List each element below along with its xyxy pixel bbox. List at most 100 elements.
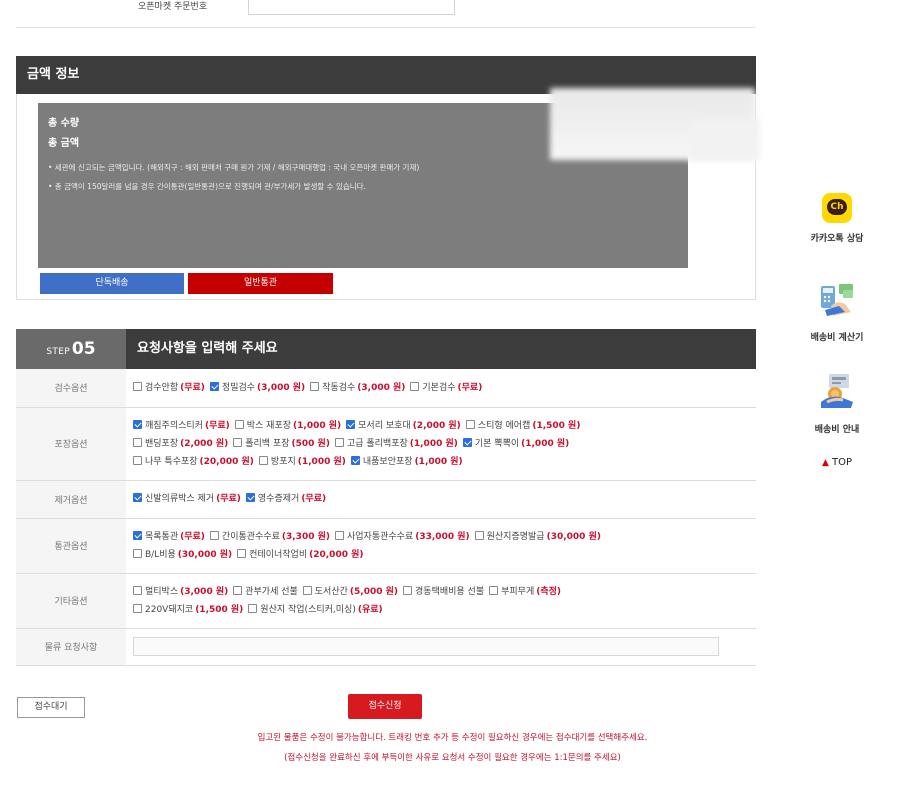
option-checkbox[interactable]: 220V돼지코 (1,500 원) [133,601,243,619]
option-name: 컨테이너작업비 [249,549,308,560]
option-checkbox[interactable]: 목록통관 (무료) [133,528,205,546]
option-line: 검수안함 (무료) 정밀검수 (3,000 원) 작동검수 (3,000 원) 기본검수 (무… [133,379,756,397]
option-price: (1,500 원) [195,604,244,615]
pending-button[interactable]: 접수대기 [17,697,85,718]
order-number-input[interactable] [248,0,455,15]
checkbox-unchecked-icon[interactable] [258,455,268,465]
scroll-top-button[interactable]: ▲ TOP [797,457,877,468]
option-checkbox[interactable]: 사업자통관수수료 (33,000 원) [335,528,470,546]
checkbox-unchecked-icon[interactable] [489,585,499,595]
checkbox-checked-icon[interactable] [209,381,219,391]
step-header: STEP 05 요청사항을 입력해 주세요 [16,329,756,369]
checkbox-unchecked-icon[interactable] [233,585,243,595]
option-checkbox[interactable]: 깨짐주의스티커 (무료) [133,417,230,435]
checkbox-unchecked-icon[interactable] [310,381,320,391]
option-checkbox[interactable]: B/L비용 (30,000 원) [133,546,232,564]
option-checkbox[interactable]: 영수증제거 (무료) [245,490,327,508]
option-checkbox[interactable]: 정밀검수 (3,000 원) [209,379,306,397]
remove-row: 제거옵션 신발의류박스 제거 (무료) 영수증제거 (무료) [16,480,756,519]
checkbox-unchecked-icon[interactable] [133,603,142,613]
option-checkbox[interactable]: 나무 특수포장 (20,000 원) [133,453,254,471]
option-checkbox[interactable]: 멀티박스 (3,000 원) [133,583,228,601]
option-checkbox[interactable]: 작동검수 (3,000 원) [310,379,405,397]
option-price: (무료) [180,531,205,542]
option-checkbox[interactable]: 컨테이너작업비 (20,000 원) [237,546,364,564]
checkbox-checked-icon[interactable] [245,493,255,502]
option-name: 검수안함 [145,382,179,393]
checkbox-unchecked-icon[interactable] [302,585,312,595]
checkbox-checked-icon[interactable] [133,493,142,502]
checkbox-unchecked-icon[interactable] [234,419,244,429]
checkbox-unchecked-icon[interactable] [465,419,475,429]
option-checkbox[interactable]: 경동택배비용 선불 [403,583,484,601]
shipping-calculator-link[interactable]: 배송비 계산기 [797,278,877,343]
option-checkbox[interactable]: 스티형 에어캡 (1,500 원) [465,417,581,435]
option-checkbox[interactable]: 기본검수 (무료) [410,379,482,397]
option-checkbox[interactable]: 내품보안포장 (1,000 원) [350,453,463,471]
option-checkbox[interactable]: 원산지증명발급 (30,000 원) [474,528,601,546]
option-price: (무료) [301,494,327,504]
checkbox-checked-icon[interactable] [350,455,360,465]
option-name: 기본검수 [422,382,456,393]
checkbox-unchecked-icon[interactable] [334,437,344,447]
option-checkbox[interactable]: 방포지 (1,000 원) [258,453,346,471]
checkbox-unchecked-icon[interactable] [403,585,413,595]
shipping-guide-link[interactable]: 배송비 안내 [797,372,877,435]
option-price: (33,000 원) [415,531,470,542]
option-checkbox[interactable]: 박스 재포장 (1,000 원) [234,417,342,435]
amount-note-1: • 세관에 신고되는 금액입니다. (해외직구 : 해외 판매처 구매 원가 기… [48,163,420,172]
checkbox-checked-icon[interactable] [462,437,472,447]
option-checkbox[interactable]: 도서산간 (5,000 원) [302,583,398,601]
checkbox-unchecked-icon[interactable] [233,437,243,447]
option-price: (3,000 원) [180,586,229,597]
option-checkbox[interactable]: 관부가세 선불 [233,583,298,601]
checkbox-unchecked-icon[interactable] [209,530,219,540]
logistics-request-input[interactable] [133,637,719,656]
option-name: 원산지 작업(스티커,미싱) [260,604,356,615]
option-checkbox[interactable]: 검수안함 (무료) [133,379,205,397]
option-checkbox[interactable]: 신발의류박스 제거 (무료) [133,490,241,508]
checkbox-checked-icon[interactable] [133,419,142,429]
option-checkbox[interactable]: 기본 뽁뽁이 (1,000 원) [462,435,569,453]
top-label: TOP [832,457,853,468]
option-checkbox[interactable]: 원산지 작업(스티커,미싱) (유료) [248,601,383,619]
option-line: B/L비용 (30,000 원) 컨테이너작업비 (20,000 원) [133,546,756,564]
packing-row: 포장옵션 깨짐주의스티커 (무료) 박스 재포장 (1,000 원) 모서리 보호대 (2… [16,407,756,481]
option-checkbox[interactable]: 모서리 보호대 (2,000 원) [346,417,461,435]
submit-request-button[interactable]: 접수신청 [348,694,422,719]
inspect-options: 검수안함 (무료) 정밀검수 (3,000 원) 작동검수 (3,000 원) 기본검수 (무… [126,369,756,408]
option-price: (2,000 원) [180,438,229,449]
option-price: (3,000 원) [257,382,306,393]
option-checkbox[interactable]: 부피무게 (측정) [489,583,561,601]
checkbox-checked-icon[interactable] [133,530,142,540]
total-amount-label: 총 금액 [48,138,80,149]
checkbox-unchecked-icon[interactable] [335,530,344,540]
option-price: (2,000 원) [412,420,461,431]
option-price: (1,000 원) [414,456,463,467]
single-delivery-button[interactable]: 단독배송 [40,273,184,294]
checkbox-unchecked-icon[interactable] [248,603,258,613]
option-price: (1,500 원) [532,420,581,431]
checkbox-unchecked-icon[interactable] [133,437,142,447]
option-name: B/L비용 [145,549,176,560]
option-name: 박스 재포장 [246,420,292,431]
checkbox-checked-icon[interactable] [346,419,356,429]
checkbox-unchecked-icon[interactable] [474,530,484,540]
checkbox-unchecked-icon[interactable] [133,455,142,465]
option-name: 목록통관 [145,531,179,542]
step-badge: STEP 05 [16,329,126,369]
option-name: 내품보안포장 [362,456,413,467]
option-checkbox[interactable]: 폴리백 포장 (500 원) [233,435,330,453]
checkbox-unchecked-icon[interactable] [133,381,142,391]
checkbox-unchecked-icon[interactable] [410,381,420,391]
option-checkbox[interactable]: 간이통관수수료 (3,300 원) [209,528,330,546]
option-checkbox[interactable]: 고급 폴리백포장 (1,000 원) [334,435,458,453]
checkbox-unchecked-icon[interactable] [133,548,142,558]
kakao-consult-link[interactable]: Ch 카카오톡 상담 [797,193,877,244]
option-checkbox[interactable]: 밴딩포장 (2,000 원) [133,435,228,453]
general-customs-button[interactable]: 일반통관 [188,273,333,294]
checkbox-unchecked-icon[interactable] [133,585,142,595]
option-price: (1,000 원) [293,420,342,431]
checkbox-unchecked-icon[interactable] [237,548,247,558]
option-name: 신발의류박스 제거 [145,494,215,504]
